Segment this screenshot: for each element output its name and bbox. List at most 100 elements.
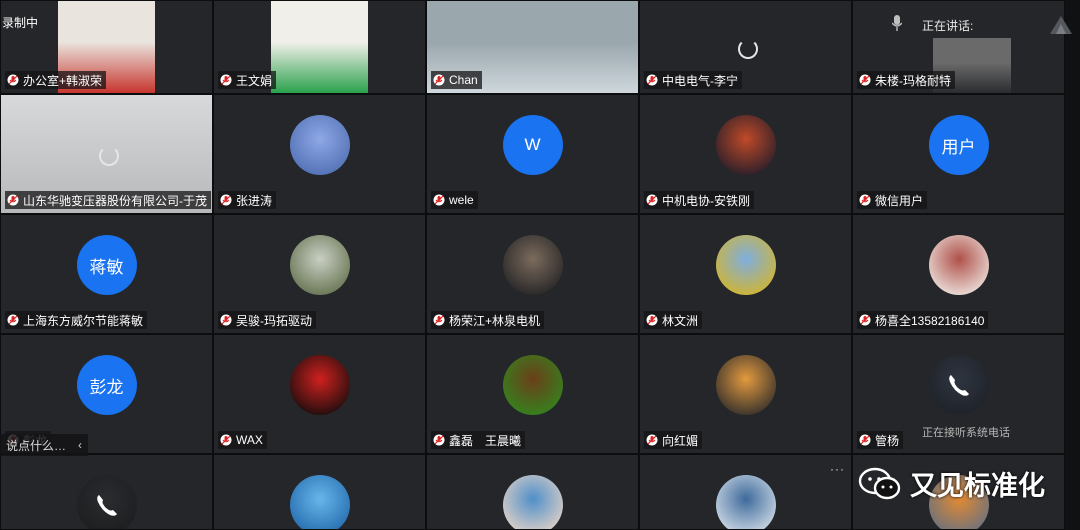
participant-tile[interactable]: 蒋敏上海东方威尔节能蒋敏: [0, 214, 213, 334]
muted-mic-icon: [433, 314, 445, 326]
participant-name: 鑫磊 王晨曦: [449, 433, 522, 448]
participant-tile[interactable]: 林文洲: [639, 214, 852, 334]
grid-view-icon[interactable]: [1048, 12, 1074, 36]
muted-mic-icon: [220, 434, 232, 446]
participant-tile[interactable]: WAX: [213, 334, 426, 454]
participant-tile[interactable]: 王文娟: [213, 0, 426, 94]
participant-tile[interactable]: 张进涛: [213, 94, 426, 214]
muted-mic-icon: [859, 434, 871, 446]
avatar: W: [502, 115, 563, 175]
participant-name: 王文娟: [236, 73, 273, 88]
phone-status-text: 正在接听系统电话: [922, 427, 1010, 439]
avatar: [289, 475, 350, 529]
phone-icon: [948, 375, 969, 396]
participant-name-label: 鑫磊 王晨曦: [431, 431, 526, 449]
avatar: [928, 235, 989, 295]
muted-mic-icon: [646, 194, 658, 206]
participant-tile[interactable]: Chan: [426, 0, 639, 94]
participant-tile[interactable]: [639, 454, 852, 530]
loading-spinner-icon: [98, 146, 119, 166]
avatar: [502, 235, 563, 295]
participant-name-label: WAX: [218, 431, 267, 449]
loading-spinner-icon: [737, 39, 758, 59]
participant-name-label: 杨荣江+林泉电机: [431, 311, 545, 329]
participant-name: 吴骏-玛拓驱动: [236, 313, 312, 328]
muted-mic-icon: [859, 314, 871, 326]
participant-name: wele: [449, 193, 474, 207]
participant-name: 杨荣江+林泉电机: [449, 313, 541, 328]
chat-toast-text: 说点什么…: [6, 438, 67, 453]
participant-tile[interactable]: [426, 454, 639, 530]
participant-name-label: 办公室+韩淑荣: [5, 71, 107, 89]
avatar: [715, 235, 776, 295]
phone-icon: [96, 495, 117, 516]
chat-toast[interactable]: 说点什么… ‹: [0, 434, 89, 456]
muted-mic-icon: [7, 314, 19, 326]
participant-tile[interactable]: 向红媚: [639, 334, 852, 454]
participant-name: 山东华驰变压器股份有限公司-于茂: [23, 193, 207, 208]
speaking-label: 正在讲话:: [922, 19, 974, 33]
avatar: [76, 475, 137, 529]
participant-name: 杨喜全13582186140: [875, 313, 985, 328]
participant-name: 办公室+韩淑荣: [23, 73, 103, 88]
participant-name-label: 向红媚: [644, 431, 703, 449]
muted-mic-icon: [220, 314, 232, 326]
participant-name-label: 张进涛: [218, 191, 277, 209]
participant-name: 管杨: [875, 433, 900, 448]
participant-tile[interactable]: 吴骏-玛拓驱动: [213, 214, 426, 334]
participant-name-label: 吴骏-玛拓驱动: [218, 311, 316, 329]
participant-tile[interactable]: 杨喜全13582186140: [852, 214, 1065, 334]
participant-tile[interactable]: 杨荣江+林泉电机: [426, 214, 639, 334]
more-options-icon[interactable]: ···: [830, 462, 848, 476]
wechat-icon: [858, 467, 901, 499]
muted-mic-icon: [859, 74, 871, 86]
muted-mic-icon: [646, 74, 658, 86]
avatar: [928, 355, 989, 415]
avatar: [289, 355, 350, 415]
participant-name-label: 中机电协-安铁刚: [644, 191, 754, 209]
participant-tile[interactable]: Wwele: [426, 94, 639, 214]
participant-grid: 办公室+韩淑荣 王文娟 Chan 中电电气-李宁 朱楼-玛格耐特山东华驰变压器股份有限公…: [0, 0, 1080, 530]
participant-name-label: Chan: [431, 71, 482, 89]
avatar: 蒋敏: [76, 235, 137, 295]
participant-name: 中电电气-李宁: [662, 73, 738, 88]
participant-tile[interactable]: [0, 454, 213, 530]
recording-indicator: 录制中: [2, 16, 39, 30]
participant-tile[interactable]: 用户 微信用户: [852, 94, 1065, 214]
avatar: [715, 475, 776, 529]
participant-name: 中机电协-安铁刚: [662, 193, 750, 208]
participant-tile[interactable]: 鑫磊 王晨曦: [426, 334, 639, 454]
muted-mic-icon: [433, 194, 445, 206]
participant-name-label: 林文洲: [644, 311, 703, 329]
muted-mic-icon: [433, 74, 445, 86]
participant-name-label: 中电电气-李宁: [644, 71, 742, 89]
participant-name: 朱楼-玛格耐特: [875, 73, 951, 88]
participant-name-label: 朱楼-玛格耐特: [857, 71, 955, 89]
watermark-text: 又见标准化: [910, 471, 1045, 501]
muted-mic-icon: [220, 74, 232, 86]
avatar: [289, 235, 350, 295]
muted-mic-icon: [433, 434, 445, 446]
participant-name: 林文洲: [662, 313, 699, 328]
participant-name-label: 微信用户: [857, 191, 928, 209]
muted-mic-icon: [859, 194, 871, 206]
participant-name-label: 王文娟: [218, 71, 277, 89]
muted-mic-icon: [7, 194, 19, 206]
participant-tile[interactable]: 中机电协-安铁刚: [639, 94, 852, 214]
muted-mic-icon: [646, 434, 658, 446]
participant-name: Chan: [449, 73, 478, 87]
participant-tile[interactable]: 朱楼-玛格耐特: [852, 0, 1065, 94]
participant-name: 微信用户: [875, 193, 924, 208]
avatar: [715, 355, 776, 415]
avatar: [502, 355, 563, 415]
participant-name: 向红媚: [662, 433, 699, 448]
participant-name-label: wele: [431, 191, 478, 209]
speaking-mic-icon: [892, 15, 902, 31]
participant-name: 上海东方威尔节能蒋敏: [23, 313, 144, 328]
participant-name: WAX: [236, 433, 263, 447]
chevron-left-icon[interactable]: ‹: [78, 438, 82, 452]
participant-tile[interactable]: 中电电气-李宁: [639, 0, 852, 94]
participant-tile[interactable]: 山东华驰变压器股份有限公司-于茂: [0, 94, 213, 214]
avatar: 彭龙: [76, 355, 137, 415]
participant-tile[interactable]: [213, 454, 426, 530]
